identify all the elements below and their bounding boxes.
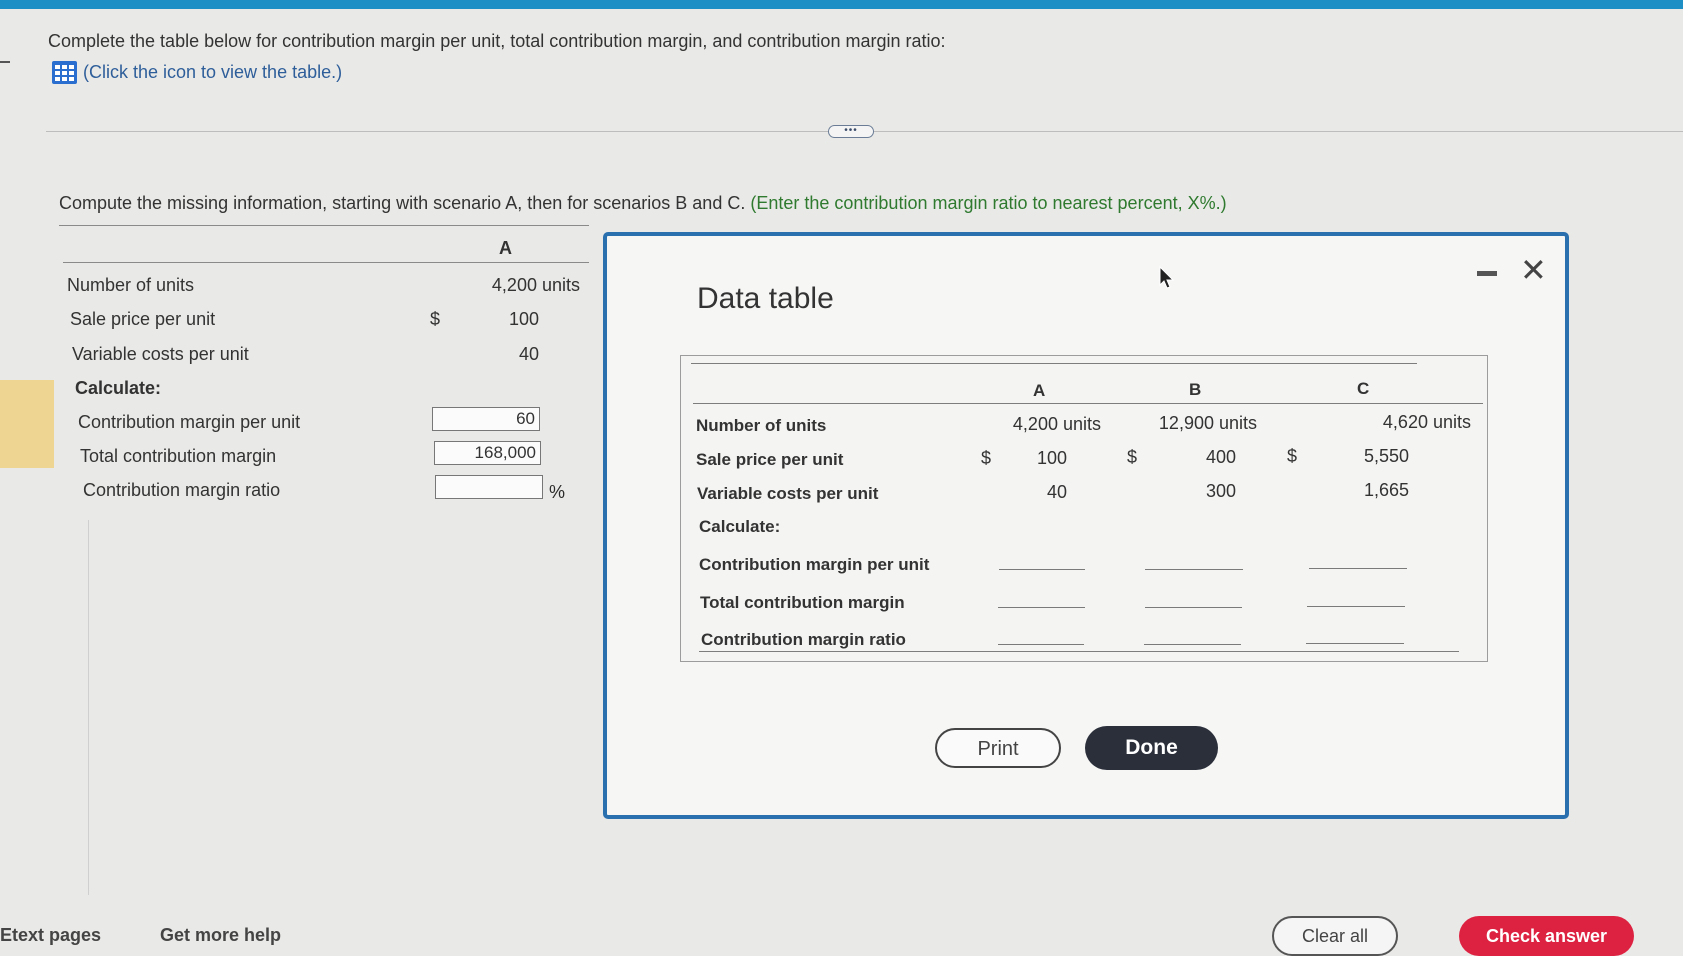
dt-b-price: 400 (1205, 447, 1236, 467)
answer-column-header: A (499, 238, 512, 258)
cm-ratio-input[interactable] (435, 475, 543, 499)
left-panel-divider (88, 520, 89, 895)
dt-a-currency: $ (981, 448, 992, 468)
dt-b-currency: $ (1127, 447, 1138, 467)
etext-pages-link[interactable]: Etext pages (0, 925, 101, 946)
data-header-c: C (1357, 379, 1370, 398)
dt-c-price: 5,550 (1363, 446, 1409, 466)
dialog-title: Data table (697, 282, 834, 315)
view-table-link-text[interactable]: (Click the icon to view the table.) (83, 62, 342, 83)
dt-a-price: 100 (1036, 448, 1067, 468)
varcost-label: Variable costs per unit (72, 344, 249, 364)
dt-a-units: 4,200 units (1012, 414, 1101, 434)
dt-price-label: Sale price per unit (696, 450, 844, 469)
dt-varcost-label: Variable costs per unit (697, 484, 879, 503)
dt-units-label: Number of units (696, 416, 827, 435)
calculate-label: Calculate: (75, 378, 162, 398)
dt-c-cm-unit-blank (1309, 568, 1407, 569)
print-button[interactable]: Print (935, 728, 1061, 768)
price-value: 100 (508, 309, 539, 329)
table-grid-icon[interactable] (52, 61, 77, 84)
view-table-link[interactable]: (Click the icon to view the table.) (52, 61, 342, 84)
dt-b-cm-ratio-blank (1144, 644, 1241, 645)
data-table-header-rule (693, 403, 1483, 404)
clear-all-button[interactable]: Clear all (1272, 916, 1398, 956)
dt-a-cm-ratio-blank (998, 644, 1084, 645)
dt-b-cm-unit-blank (1145, 569, 1243, 570)
cm-unit-label: Contribution margin per unit (78, 412, 301, 432)
data-table-top-rule (691, 363, 1417, 364)
dt-b-varcost: 300 (1205, 481, 1236, 501)
data-header-a: A (1033, 381, 1046, 400)
answer-table-header-rule (63, 262, 589, 263)
varcost-value: 40 (518, 344, 539, 364)
total-cm-input[interactable]: 168,000 (434, 441, 541, 465)
data-header-b: B (1189, 380, 1202, 399)
cm-ratio-label: Contribution margin ratio (83, 480, 281, 500)
top-bar (0, 0, 1683, 9)
get-more-help-link[interactable]: Get more help (160, 925, 281, 946)
price-currency: $ (430, 309, 441, 329)
instruction-main: Compute the missing information, startin… (59, 193, 746, 213)
dt-b-units: 12,900 units (1158, 413, 1257, 433)
cm-unit-input[interactable]: 60 (432, 407, 540, 431)
mouse-cursor-icon (1159, 266, 1175, 289)
current-question-marker (0, 380, 54, 468)
price-label: Sale price per unit (70, 309, 216, 329)
left-edge-mark (0, 61, 10, 63)
dt-c-units: 4,620 units (1382, 412, 1471, 432)
minimize-icon[interactable] (1477, 271, 1497, 276)
dt-c-cm-ratio-blank (1306, 643, 1404, 644)
dt-b-total-cm-blank (1145, 607, 1242, 608)
answer-table-top-rule (59, 225, 589, 226)
dt-a-cm-unit-blank (999, 569, 1085, 570)
check-answer-button[interactable]: Check answer (1459, 916, 1634, 956)
dt-c-currency: $ (1287, 446, 1298, 466)
data-table: A B C Number of units 4,200 units 12,900… (680, 355, 1488, 662)
dt-a-total-cm-blank (998, 607, 1085, 608)
dt-cm-ratio-label: Contribution margin ratio (701, 630, 906, 649)
expand-handle[interactable]: ••• (828, 125, 874, 138)
dt-cm-unit-label: Contribution margin per unit (699, 555, 930, 574)
instruction-hint: (Enter the contribution margin ratio to … (750, 193, 1227, 213)
done-button[interactable]: Done (1085, 726, 1218, 770)
dt-c-total-cm-blank (1307, 606, 1405, 607)
instructions: Compute the missing information, startin… (59, 193, 1227, 214)
dt-total-cm-label: Total contribution margin (700, 593, 905, 612)
units-value: 4,200 units (491, 275, 580, 295)
dt-a-varcost: 40 (1046, 482, 1067, 502)
units-label: Number of units (67, 275, 195, 295)
data-table-bottom-rule (699, 651, 1459, 652)
cm-ratio-percent: % (549, 482, 566, 502)
dt-calculate-label: Calculate: (699, 517, 781, 536)
total-cm-label: Total contribution margin (80, 446, 277, 466)
dt-c-varcost: 1,665 (1363, 480, 1409, 500)
question-intro: Complete the table below for contributio… (48, 31, 946, 51)
close-icon[interactable]: ✕ (1520, 254, 1547, 286)
